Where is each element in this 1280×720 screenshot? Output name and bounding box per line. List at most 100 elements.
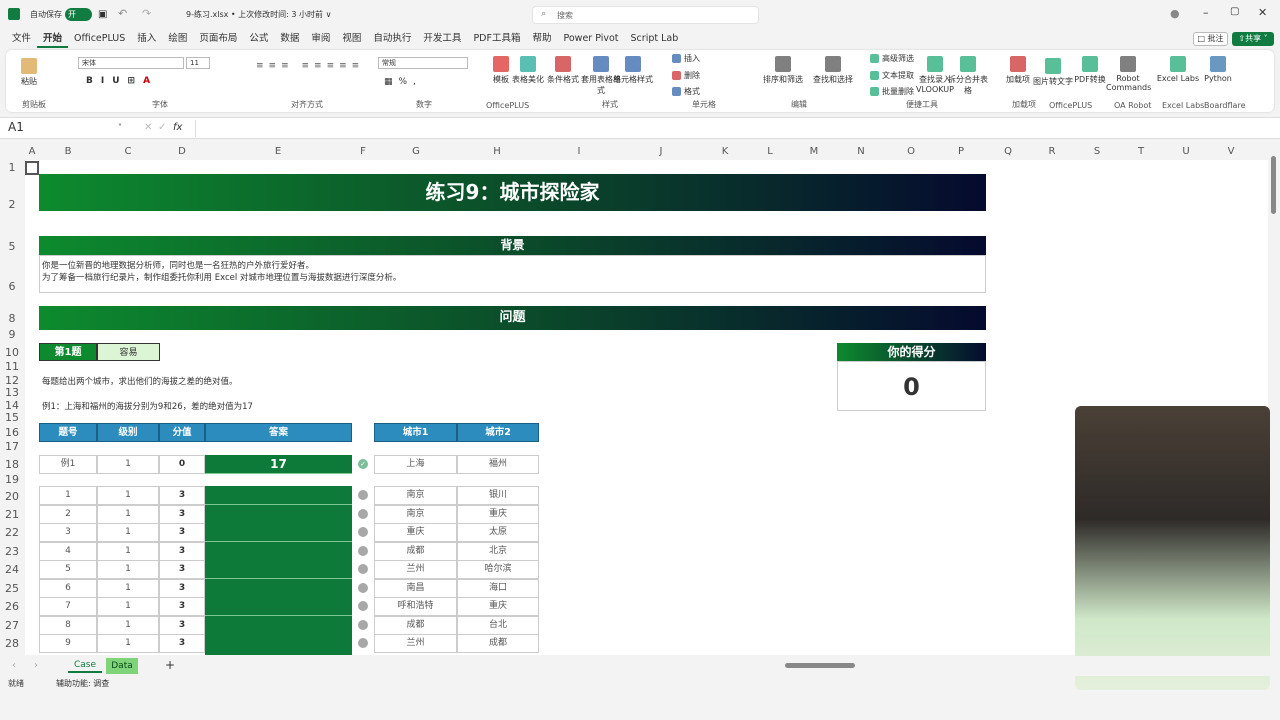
enter-icon[interactable]: ✓	[158, 122, 166, 133]
autosave-toggle[interactable]: 开	[65, 8, 92, 21]
font-format-buttons[interactable]: BIU⊞A	[86, 76, 158, 86]
accessibility-status[interactable]: 辅助功能: 调查	[56, 676, 109, 692]
number-buttons[interactable]: ▦%,	[384, 77, 422, 87]
row-header[interactable]: 5	[0, 240, 24, 253]
account-icon[interactable]: ●	[1170, 7, 1180, 20]
column-header[interactable]: Q	[1004, 146, 1012, 157]
answer-cell[interactable]	[205, 523, 352, 542]
sheet-tab-case[interactable]: Case	[68, 658, 102, 673]
row-header[interactable]: 18	[0, 458, 24, 471]
column-header[interactable]: H	[493, 146, 501, 157]
undo-icon[interactable]: ↶	[118, 7, 127, 20]
answer-cell[interactable]	[205, 578, 352, 598]
row-header[interactable]: 9	[0, 328, 24, 341]
column-header[interactable]: S	[1094, 146, 1100, 157]
menu-tab[interactable]: 数据	[274, 30, 305, 48]
column-header[interactable]: G	[412, 146, 420, 157]
formula-input[interactable]	[195, 120, 1270, 137]
menu-tab[interactable]: 页面布局	[193, 30, 243, 48]
font-size-select[interactable]: 11	[186, 57, 210, 69]
menu-tab[interactable]: 视图	[336, 30, 367, 48]
menu-tab[interactable]: OfficePLUS	[68, 30, 131, 48]
next-sheet-icon[interactable]: ›	[34, 660, 38, 671]
row-header[interactable]: 15	[0, 411, 24, 424]
search-box[interactable]: ⌕ 搜索	[532, 6, 759, 24]
ribbon-button[interactable]: 粘贴	[7, 58, 51, 87]
row-header[interactable]: 2	[0, 198, 24, 211]
column-header[interactable]: L	[767, 146, 773, 157]
menu-tab[interactable]: Power Pivot	[557, 30, 624, 48]
column-header[interactable]: P	[958, 146, 964, 157]
ribbon-button[interactable]: Excel Labs	[1156, 56, 1200, 83]
column-header[interactable]: A	[29, 146, 36, 157]
row-header[interactable]: 27	[0, 619, 24, 632]
column-header[interactable]: F	[360, 146, 366, 157]
column-header[interactable]: K	[722, 146, 729, 157]
row-header[interactable]: 8	[0, 312, 24, 325]
save-icon[interactable]: ▣	[98, 9, 107, 20]
file-name[interactable]: 9-练习.xlsx • 上次修改时间: 3 小时前 ∨	[186, 9, 331, 20]
answer-cell[interactable]: 17	[205, 455, 352, 474]
menu-tab[interactable]: 帮助	[526, 30, 557, 48]
menu-tab[interactable]: 插入	[131, 30, 162, 48]
menu-tab[interactable]: 绘图	[162, 30, 193, 48]
row-header[interactable]: 23	[0, 545, 24, 558]
restore-icon[interactable]: ▢	[1230, 6, 1239, 17]
menu-tab[interactable]: 审阅	[305, 30, 336, 48]
column-header[interactable]: I	[578, 146, 581, 157]
column-header[interactable]: O	[907, 146, 915, 157]
number-format-select[interactable]: 常规	[378, 57, 468, 69]
menu-tab[interactable]: 开发工具	[417, 30, 467, 48]
menu-tab[interactable]: 自动执行	[367, 30, 417, 48]
column-header[interactable]: R	[1049, 146, 1056, 157]
answer-cell[interactable]	[205, 652, 352, 655]
row-header[interactable]: 13	[0, 386, 24, 399]
row-header[interactable]: 28	[0, 637, 24, 650]
sheet-tab-data[interactable]: Data	[106, 658, 138, 674]
ribbon-button[interactable]: 查找和选择	[811, 56, 855, 85]
font-name-select[interactable]: 宋体	[78, 57, 184, 69]
menu-tab[interactable]: 开始	[37, 30, 69, 48]
horizontal-scrollbar[interactable]	[785, 663, 855, 668]
name-box[interactable]: A1 ˅	[4, 120, 124, 137]
align-buttons[interactable]: ≡≡≡ ≡≡≡≡≡	[256, 56, 364, 76]
row-header[interactable]: 17	[0, 440, 24, 453]
row-header[interactable]: 24	[0, 563, 24, 576]
ribbon-button[interactable]: Python	[1196, 56, 1240, 83]
answer-cell[interactable]	[205, 634, 352, 653]
column-header[interactable]: V	[1228, 146, 1235, 157]
answer-cell[interactable]	[205, 560, 352, 579]
menu-tab[interactable]: Script Lab	[625, 30, 685, 48]
row-header[interactable]: 11	[0, 360, 24, 373]
answer-cell[interactable]	[205, 486, 352, 505]
column-header[interactable]: N	[857, 146, 864, 157]
ribbon-button[interactable]: Robot Commands	[1106, 56, 1151, 92]
row-header[interactable]: 22	[0, 526, 24, 539]
row-header[interactable]: 25	[0, 582, 24, 595]
answer-cell[interactable]	[205, 615, 352, 635]
menu-tab[interactable]: PDF工具箱	[467, 30, 526, 48]
column-header[interactable]: T	[1138, 146, 1144, 157]
ribbon-button[interactable]: 排序和筛选	[761, 56, 805, 85]
selected-cell-a1[interactable]	[25, 161, 39, 175]
ribbon-button[interactable]: 拆分合并表格	[946, 56, 990, 96]
redo-icon[interactable]: ↷	[142, 7, 151, 20]
column-header[interactable]: E	[275, 146, 281, 157]
ribbon-button[interactable]: 删除	[672, 70, 700, 81]
row-header[interactable]: 20	[0, 490, 24, 503]
ribbon-button[interactable]: 插入	[672, 53, 700, 64]
minimize-icon[interactable]: –	[1203, 6, 1209, 19]
row-header[interactable]: 10	[0, 346, 24, 359]
row-header[interactable]: 6	[0, 280, 24, 293]
column-header[interactable]: D	[178, 146, 186, 157]
answer-cell[interactable]	[205, 541, 352, 561]
close-icon[interactable]: ✕	[1258, 6, 1267, 19]
menu-tab[interactable]: 公式	[243, 30, 274, 48]
menu-tab[interactable]: 文件	[6, 30, 37, 48]
comment-button[interactable]: □ 批注	[1193, 32, 1228, 46]
column-header[interactable]: U	[1182, 146, 1189, 157]
column-header[interactable]: C	[125, 146, 132, 157]
share-button[interactable]: ⇧共享 ˅	[1232, 32, 1274, 46]
row-header[interactable]: 1	[0, 161, 24, 174]
answer-cell[interactable]	[205, 504, 352, 524]
